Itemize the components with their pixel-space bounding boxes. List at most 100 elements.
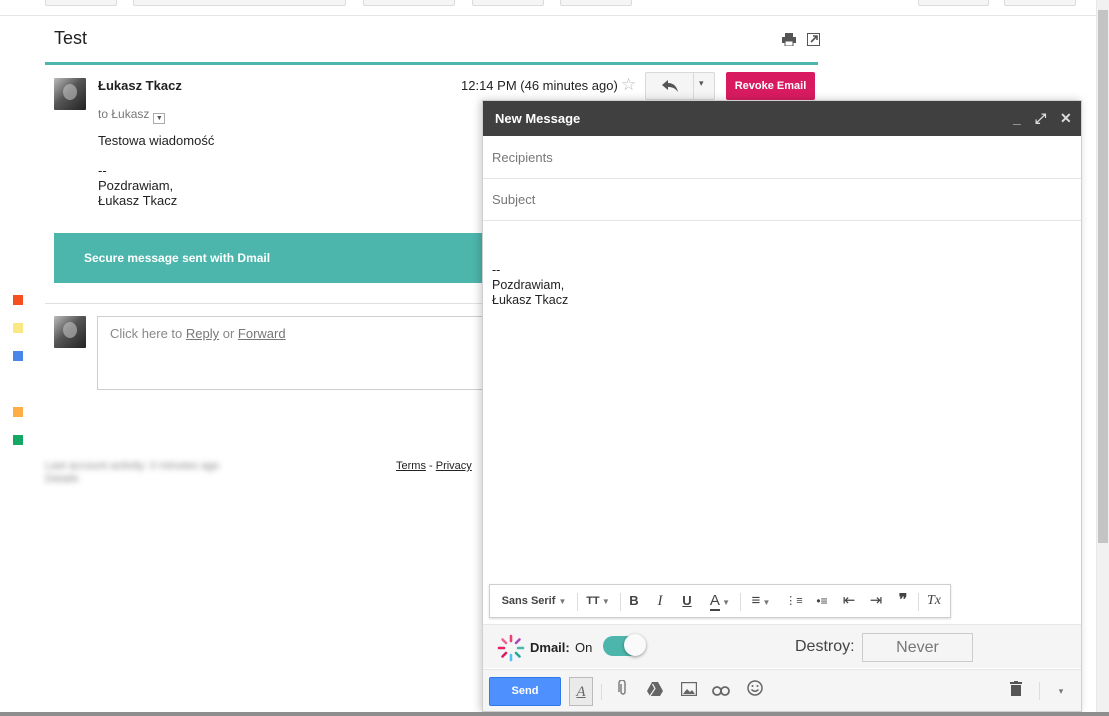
toolbar-button-stub[interactable]	[472, 0, 544, 6]
thread-subject: Test	[54, 28, 88, 48]
recipients-input[interactable]: Recipients	[483, 137, 1081, 179]
label-color-red[interactable]	[13, 295, 23, 305]
font-family-select[interactable]: Sans Serif ▼	[496, 585, 572, 617]
reply-button-group[interactable]: ▾	[645, 72, 715, 100]
formatting-icon[interactable]: A	[569, 677, 593, 706]
toolbar-button-stub[interactable]	[45, 0, 117, 6]
align-icon[interactable]: ≡ ▼	[745, 585, 777, 617]
close-icon[interactable]: ✕	[1060, 101, 1072, 136]
toolbar-button-stub[interactable]	[560, 0, 632, 6]
signature-dash: --	[98, 163, 107, 178]
footer-links: Terms - Privacy	[396, 460, 472, 472]
reply-link[interactable]: Reply	[186, 326, 219, 341]
toolbar-separator	[1039, 682, 1040, 700]
label-color-green[interactable]	[13, 435, 23, 445]
compose-body[interactable]: -- Pozdrawiam, Łukasz Tkacz	[492, 263, 568, 308]
emoji-icon[interactable]	[743, 677, 767, 706]
dmail-toggle-knob[interactable]	[624, 634, 646, 656]
show-details-icon[interactable]: ▼	[153, 113, 166, 124]
minimize-icon[interactable]: _	[1013, 101, 1021, 136]
bold-icon[interactable]: B	[624, 585, 644, 617]
toolbar-separator	[740, 593, 741, 611]
align-glyph: ≡	[751, 592, 761, 609]
compose-header[interactable]: New Message _ ⤢ ✕	[483, 101, 1081, 136]
font-family-value: Sans Serif	[501, 595, 556, 607]
label-color-yellow[interactable]	[13, 323, 23, 333]
recipient-line: to Łukasz ▼	[98, 107, 166, 124]
sender-name[interactable]: Łukasz Tkacz	[98, 78, 182, 93]
font-size-glyph: TT	[586, 595, 600, 607]
dmail-logo-icon	[496, 633, 526, 666]
toolbar-button-group-stub[interactable]	[133, 0, 346, 6]
drive-icon[interactable]	[643, 677, 667, 706]
compose-action-bar: Send A ▾	[483, 669, 1081, 711]
compose-signature-dash: --	[492, 263, 501, 277]
new-window-icon[interactable]	[806, 33, 820, 47]
thread-separator	[45, 303, 485, 304]
forward-link[interactable]: Forward	[238, 326, 286, 341]
font-size-icon[interactable]: TT ▼	[582, 585, 614, 617]
secure-message-banner: Secure message sent with Dmail	[54, 233, 484, 283]
toolbar-button-stub[interactable]	[918, 0, 989, 6]
star-icon[interactable]: ☆	[621, 75, 636, 95]
underline-icon[interactable]: U	[677, 585, 697, 617]
avatar	[54, 316, 86, 348]
compose-window[interactable]: New Message _ ⤢ ✕ Recipients Subject -- …	[482, 100, 1082, 712]
toolbar-separator	[918, 593, 919, 611]
terms-link[interactable]: Terms	[396, 460, 426, 472]
avatar[interactable]	[54, 78, 86, 110]
scrollbar-thumb[interactable]	[1098, 10, 1108, 543]
toolbar-separator	[601, 684, 602, 700]
indent-more-icon[interactable]: ⇥	[864, 585, 888, 617]
reply-icon[interactable]	[662, 79, 678, 96]
toolbar-button-stub[interactable]	[1004, 0, 1076, 6]
toolbar-button-stub[interactable]	[363, 0, 455, 6]
label-color-blue[interactable]	[13, 351, 23, 361]
message-timestamp: 12:14 PM (46 minutes ago)	[461, 78, 618, 93]
reply-prompt-or: or	[219, 326, 238, 341]
toolbar-separator	[577, 593, 578, 611]
trash-icon[interactable]	[1004, 677, 1028, 706]
printer-icon[interactable]	[782, 33, 796, 47]
photo-icon[interactable]	[677, 677, 701, 706]
compose-title: New Message	[495, 111, 581, 126]
dmail-bar: Dmail: On Destroy: Never	[483, 624, 1081, 668]
destroy-select[interactable]: Never	[862, 633, 973, 662]
compose-signature-name: Łukasz Tkacz	[492, 293, 569, 307]
attach-icon[interactable]	[611, 677, 635, 706]
link-icon[interactable]	[709, 677, 733, 706]
taskbar-edge	[0, 712, 1109, 716]
dmail-state: On	[575, 640, 593, 655]
more-options-icon[interactable]: ▾	[1049, 677, 1073, 706]
more-actions-icon[interactable]: ▾	[699, 78, 704, 89]
send-button[interactable]: Send	[489, 677, 561, 706]
footer-separator: -	[425, 460, 436, 472]
italic-icon[interactable]: I	[650, 585, 670, 617]
message-body-line: Testowa wiadomość	[98, 133, 215, 148]
text-color-glyph: A	[709, 592, 720, 611]
formatting-toolbar: Sans Serif ▼ TT ▼ B I U A ▼ ≡ ▼ ⋮≡ •≡ ⇤ …	[489, 584, 951, 618]
recipient-label: to Łukasz	[98, 107, 150, 121]
quote-icon[interactable]: ❞	[891, 585, 915, 617]
numbered-list-icon[interactable]: ⋮≡	[782, 585, 806, 617]
destroy-label: Destroy:	[795, 638, 855, 655]
toolbar-separator	[620, 593, 621, 611]
signature-name: Łukasz Tkacz	[98, 193, 178, 208]
signature-greeting: Pozdrawiam,	[98, 178, 174, 193]
revoke-email-button[interactable]: Revoke Email	[726, 72, 815, 100]
maximize-icon[interactable]: ⤢	[1035, 101, 1046, 136]
account-activity-details: Details	[45, 473, 79, 485]
subject-input[interactable]: Subject	[483, 179, 1081, 221]
text-color-icon[interactable]: A ▼	[704, 585, 736, 617]
quick-reply-box[interactable]: Click here to Reply or Forward	[97, 316, 497, 390]
label-color-orange[interactable]	[13, 407, 23, 417]
indent-less-icon[interactable]: ⇤	[837, 585, 861, 617]
account-activity-blurred: Last account activity: 0 minutes ago Det…	[45, 460, 219, 486]
privacy-link[interactable]: Privacy	[436, 460, 472, 472]
toolbar-divider	[0, 15, 1096, 16]
account-activity-line: Last account activity: 0 minutes ago	[45, 460, 220, 472]
clear-formatting-icon[interactable]: Tx	[922, 585, 946, 617]
dmail-label: Dmail:	[530, 640, 570, 655]
reply-prompt-prefix: Click here to	[110, 326, 186, 341]
bulleted-list-icon[interactable]: •≡	[810, 585, 834, 617]
